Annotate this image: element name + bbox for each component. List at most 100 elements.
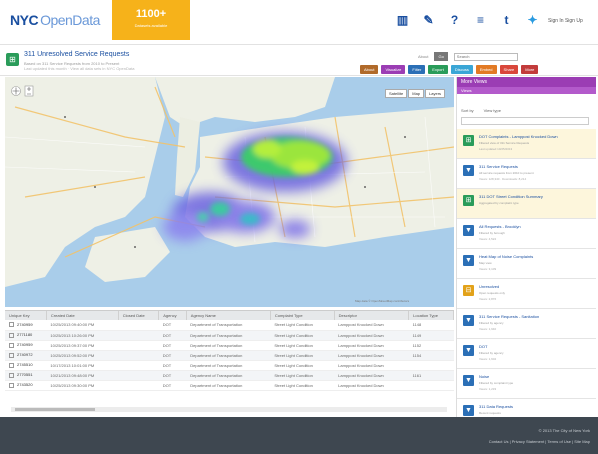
table-row[interactable]: 2743520 10/25/2013 09:30:00 PM DOT Departme…	[5, 380, 454, 391]
action-button-filter[interactable]: Filter	[408, 65, 426, 74]
table-row[interactable]: 2770551 10/21/2013 09:48:00 PM DOT Departme…	[5, 370, 454, 381]
table-cell: Street Light Condition	[270, 380, 335, 391]
unique-key-cell: 2745510	[17, 362, 33, 368]
table-row[interactable]: 2740959 10/25/2013 09:37:00 PM DOT Departme…	[5, 340, 454, 351]
view-list-item[interactable]: ⊟ Unresolved Open requests only Views: 2,87…	[457, 279, 596, 309]
view-list-item[interactable]: ⊞ 311 DOT Street Condition Summary Aggrega…	[457, 189, 596, 219]
view-list-item[interactable]: ▼ 311 Service Requests - Sanitation Filter…	[457, 309, 596, 339]
map-button-layers[interactable]: Layers	[425, 89, 446, 98]
view-title[interactable]: 311 Data Requests	[479, 404, 589, 409]
table-cell: Lamppost Knocked Down	[334, 330, 409, 341]
row-checkbox[interactable]	[9, 362, 14, 368]
scroll-thumb[interactable]	[15, 408, 95, 411]
table-row[interactable]: 2745510 10/17/2013 10:01:00 PM DOT Departme…	[5, 360, 454, 371]
panel-filter-input[interactable]	[461, 117, 589, 125]
action-button-export[interactable]: Export	[428, 65, 448, 74]
view-description: Aggregated by complaint type	[479, 201, 519, 205]
view-list: ⊞ DOT Complaints - Lamppost Knocked Down F…	[457, 129, 596, 417]
view-stats: Views: 1,233	[479, 387, 497, 391]
map-button-satellite[interactable]: Satellite	[385, 89, 408, 98]
twitter-icon[interactable]: ✦	[526, 14, 539, 27]
view-title[interactable]: Noise	[479, 374, 589, 379]
column-header[interactable]: Created Date	[46, 311, 119, 320]
view-list-item[interactable]: ⊞ DOT Complaints - Lamppost Knocked Down F…	[457, 129, 596, 159]
wrench-icon[interactable]: ✎	[422, 14, 435, 27]
sign-in-link[interactable]: Sign In Sign Up	[548, 18, 583, 24]
table-cell: Department of Transportation	[186, 320, 271, 331]
view-stats: Views: 3,109	[479, 267, 497, 271]
row-checkbox[interactable]	[9, 342, 14, 348]
table-cell: 10/25/2013 09:30:00 PM	[46, 380, 119, 391]
table-row[interactable]: 2740972 10/25/2013 09:52:00 PM DOT Departme…	[5, 350, 454, 361]
view-list-item[interactable]: ▼ DOT Filtered by agency Views: 1,602	[457, 339, 596, 369]
action-button-discuss[interactable]: Discuss	[450, 65, 473, 74]
view-list-item[interactable]: ▼ Noise Filtered by complaint type Views: 1…	[457, 369, 596, 399]
column-header[interactable]: Descriptor	[334, 311, 410, 320]
about-link[interactable]: About	[418, 54, 428, 59]
row-checkbox[interactable]	[9, 322, 14, 328]
view-list-item[interactable]: ▼ Heat Map of Noise Complaints Map view Vie…	[457, 249, 596, 279]
table-cell: 1148	[408, 320, 454, 331]
row-checkbox[interactable]	[9, 352, 14, 358]
action-button-more[interactable]: More	[521, 65, 539, 74]
map-canvas[interactable]	[5, 77, 454, 307]
tumblr-icon[interactable]: t	[500, 14, 513, 27]
view-title[interactable]: 311 Service Requests - Sanitation	[479, 314, 589, 319]
table-cell: 10/25/2013 10:26:00 PM	[46, 330, 119, 341]
view-description: Filtered by borough	[479, 231, 505, 235]
map-button-map[interactable]: Map	[408, 89, 425, 98]
table-cell: 2740959	[5, 320, 47, 331]
view-type-dropdown[interactable]: View type	[484, 108, 501, 113]
table-cell: 10/25/2013 09:52:00 PM	[46, 350, 119, 361]
action-button-embed[interactable]: Embed	[475, 65, 497, 74]
column-header[interactable]: Location Type	[408, 311, 454, 320]
view-title[interactable]: Unresolved	[479, 284, 589, 289]
table-cell: DOT	[158, 360, 187, 371]
go-button[interactable]: Go	[434, 52, 448, 61]
row-checkbox[interactable]	[9, 372, 14, 378]
action-button-about[interactable]: About	[360, 65, 379, 74]
column-header[interactable]: Agency Name	[186, 311, 271, 320]
view-list-item[interactable]: ▼ 311 Service Requests All service request…	[457, 159, 596, 189]
dataset-title[interactable]: 311 Unresolved Service Requests	[24, 51, 129, 58]
unique-key-cell: 2770551	[17, 372, 33, 378]
table-cell: DOT	[158, 370, 187, 381]
dataset-search-input[interactable]	[453, 52, 518, 61]
table-cell: Street Light Condition	[270, 370, 335, 381]
unique-key-cell: 2743520	[17, 382, 33, 388]
table-cell: Department of Transportation	[186, 340, 271, 351]
view-title[interactable]: All Requests - Brooklyn	[479, 224, 589, 229]
view-list-item[interactable]: ▼ All Requests - Brooklyn Filtered by boro…	[457, 219, 596, 249]
footer-links[interactable]: Contact Us | Privacy Statement | Terms o…	[489, 439, 590, 444]
action-button-visualize[interactable]: Visualize	[381, 65, 406, 74]
table-row[interactable]: 2771180 10/25/2013 10:26:00 PM DOT Departme…	[5, 330, 454, 341]
view-list-item[interactable]: ▼311 Data RequestsRecent requestsViews: …	[457, 399, 596, 417]
sort-by-dropdown[interactable]: Sort by	[461, 108, 474, 113]
column-header[interactable]: Unique Key	[5, 311, 47, 320]
view-title[interactable]: 311 DOT Street Condition Summary	[479, 194, 589, 199]
table-row[interactable]: 2740959 10/25/2013 09:40:00 PM DOT Departme…	[5, 320, 454, 331]
view-title[interactable]: Heat Map of Noise Complaints	[479, 254, 589, 259]
help-icon[interactable]: ?	[448, 14, 461, 27]
horizontal-scrollbar[interactable]	[11, 407, 447, 412]
view-description: Map view	[479, 261, 492, 265]
map-pan-zoom-control[interactable]	[11, 85, 35, 97]
column-header[interactable]: Closed Date	[118, 311, 160, 320]
view-type-icon: ▼	[463, 225, 474, 236]
view-title[interactable]: DOT Complaints - Lamppost Knocked Down	[479, 134, 589, 139]
building-icon[interactable]: ▥	[396, 14, 409, 27]
column-header[interactable]: Complaint Type	[270, 311, 335, 320]
menu-icon[interactable]: ≡	[474, 14, 487, 27]
heat-map[interactable]: Satellite Map Layers Map data © OpenStreet…	[5, 77, 454, 307]
view-type-icon: ⊟	[463, 285, 474, 296]
row-checkbox[interactable]	[9, 382, 14, 388]
nyc-opendata-logo[interactable]: NYC OpenData	[10, 12, 100, 28]
action-button-share[interactable]: Share	[499, 65, 519, 74]
view-title[interactable]: DOT	[479, 344, 589, 349]
action-buttons: About Visualize Filter Export Discuss Embed Sh…	[360, 65, 539, 74]
column-header[interactable]: Agency	[158, 311, 187, 320]
row-checkbox[interactable]	[9, 332, 14, 338]
table-cell	[118, 330, 159, 341]
dataset-count-promo[interactable]: 1100+ Datasets available	[112, 0, 190, 40]
view-title[interactable]: 311 Service Requests	[479, 164, 589, 169]
